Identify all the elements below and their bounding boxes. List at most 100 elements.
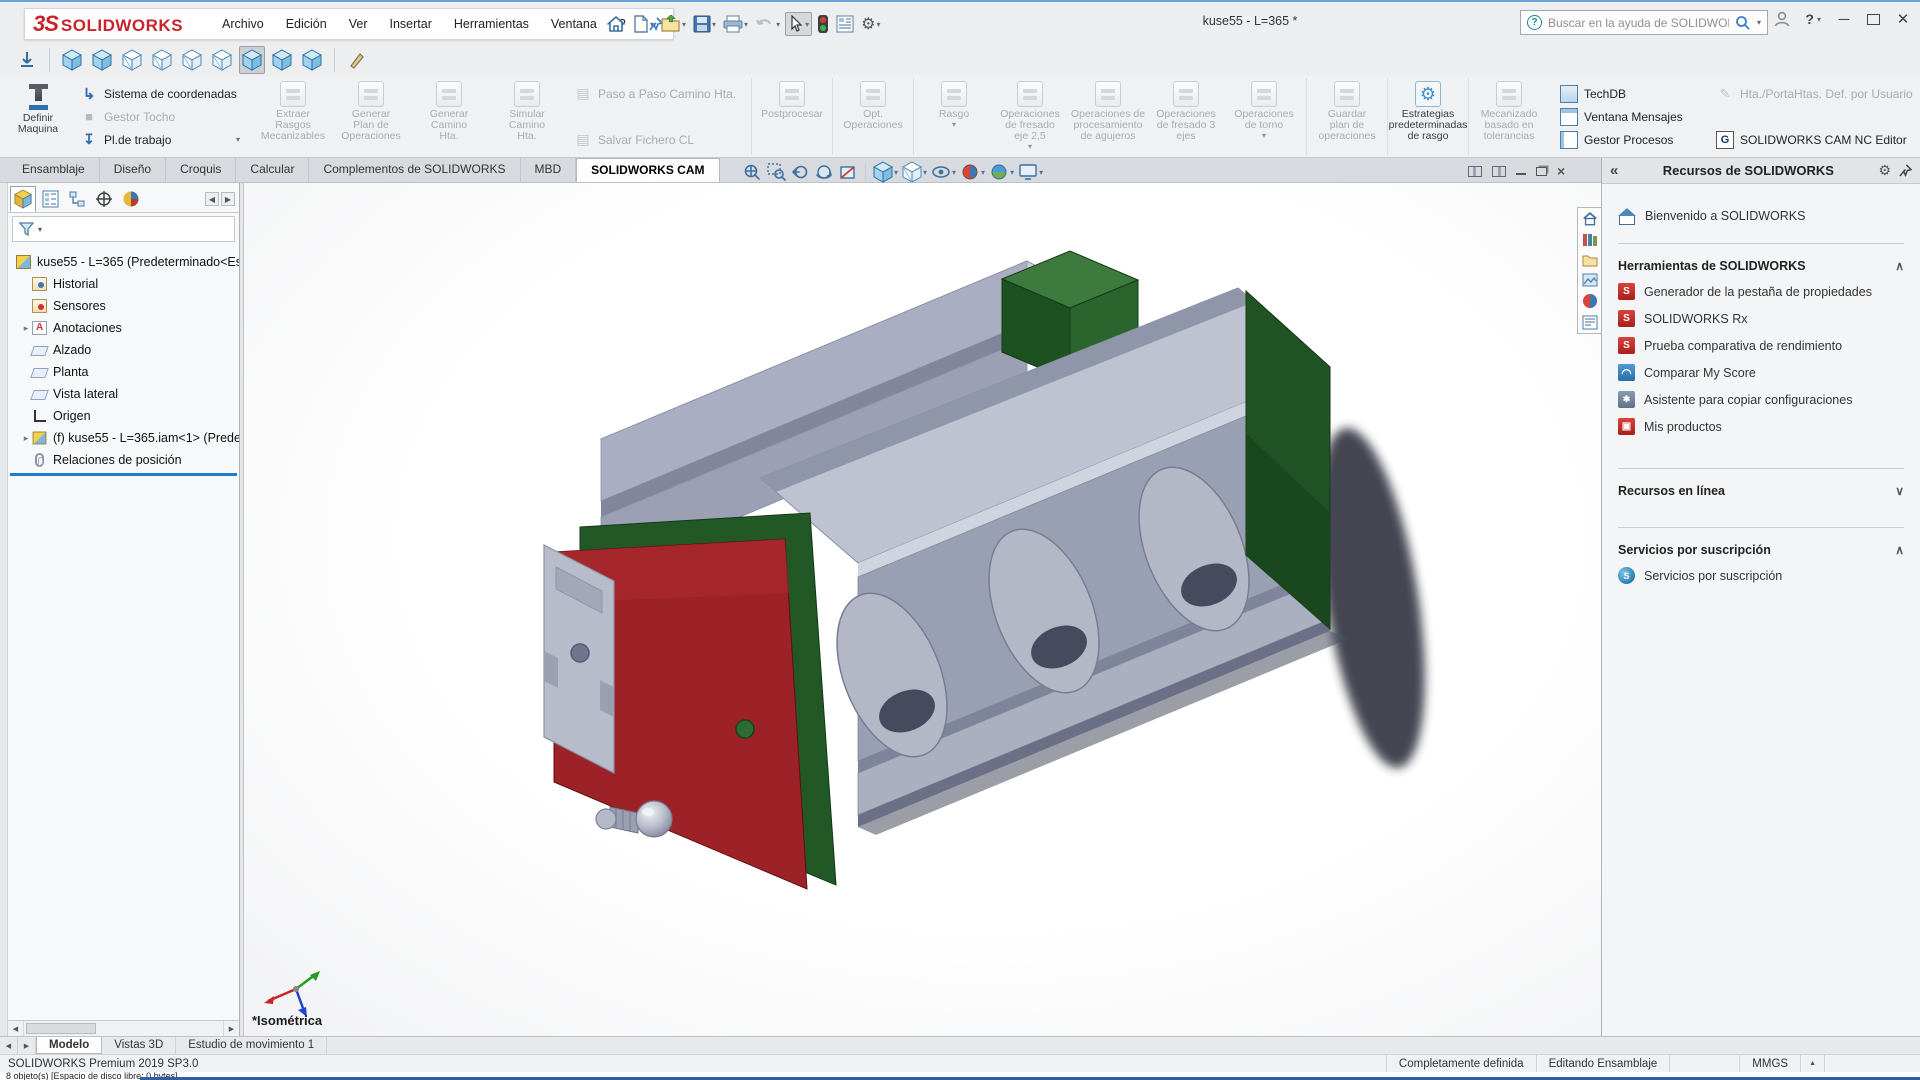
menu-item[interactable]: Edición (275, 11, 338, 37)
scroll-left-icon[interactable]: ◀ (205, 192, 219, 206)
menu-item[interactable]: Insertar (378, 11, 442, 37)
command-tab[interactable]: Croquis (166, 158, 237, 182)
welcome-link[interactable]: Bienvenido a SOLIDWORKS (1618, 202, 1904, 229)
tree-expand-icon[interactable]: ▸ (20, 323, 32, 334)
file-explorer-icon[interactable] (1582, 253, 1598, 267)
graphics-viewport[interactable]: *Isométrica (244, 183, 1601, 1036)
status-units[interactable]: MMGS (1739, 1055, 1800, 1072)
collapse-panel-icon[interactable]: « (1610, 162, 1618, 179)
tree-item[interactable]: Relaciones de posición (8, 449, 239, 471)
model-tab[interactable]: Modelo (36, 1037, 103, 1054)
save-dropdown-icon[interactable]: ▾ (712, 20, 716, 29)
tree-item[interactable]: ▸ Anotaciones (8, 317, 239, 339)
menu-item[interactable]: Ver (338, 11, 379, 37)
undo-button[interactable]: ▾ (753, 13, 782, 35)
search-icon[interactable] (1735, 15, 1751, 31)
select-tool-button[interactable]: ▾ (785, 12, 813, 36)
update-standard-views-icon[interactable] (344, 46, 370, 74)
restore-document-button[interactable] (1536, 166, 1547, 176)
ribbon-big-button[interactable]: Operaciones de fresado eje 2,5 ▾ (991, 78, 1069, 155)
open-dropdown-icon[interactable]: ▾ (682, 20, 686, 29)
scroll-right-icon[interactable]: ▶ (221, 192, 235, 206)
ribbon-big-button[interactable]: Rasgo ▾ (913, 78, 991, 155)
view-orientation-icon[interactable]: ▾ (873, 161, 898, 183)
settings-button[interactable]: ⚙ ▾ (859, 12, 882, 36)
search-dropdown-icon[interactable]: ▾ (1757, 18, 1761, 27)
tree-item[interactable]: Historial (8, 273, 239, 295)
tree-item[interactable]: Vista lateral (8, 383, 239, 405)
command-tab[interactable]: Diseño (100, 158, 167, 182)
featuremanager-tab[interactable] (10, 186, 36, 212)
split-pane-left-icon[interactable] (1468, 165, 1482, 177)
edit-appearance-icon[interactable]: ▾ (960, 162, 985, 182)
view-palette-icon[interactable] (1582, 273, 1598, 287)
scrollbar-thumb[interactable] (26, 1023, 96, 1034)
save-button[interactable]: ▾ (691, 13, 718, 35)
ribbon-big-button[interactable]: Extraer Rasgos Mecanizables (254, 78, 332, 155)
undo-dropdown-icon[interactable]: ▾ (776, 20, 780, 29)
view-right-button[interactable] (149, 46, 175, 74)
section-view-icon[interactable] (838, 162, 858, 182)
hide-show-items-icon[interactable]: ▾ (931, 162, 956, 182)
options-list-button[interactable] (834, 13, 856, 35)
define-machine-button[interactable]: Definir Maquina (10, 78, 66, 155)
view-bottom-button[interactable] (209, 46, 235, 74)
view-left-button[interactable] (119, 46, 145, 74)
task-pane-options-icon[interactable]: ⚙ (1878, 162, 1891, 179)
ribbon-small-button[interactable]: Hta./PortaHtas. Def. por Usuario (1716, 82, 1920, 105)
command-tab[interactable]: Complementos de SOLIDWORKS (309, 158, 521, 182)
ribbon-big-button[interactable]: Opt. Operaciones (832, 78, 910, 155)
tree-horizontal-scrollbar[interactable]: ◀ ▶ (8, 1020, 239, 1036)
apply-scene-icon[interactable]: ▾ (989, 162, 1014, 182)
ribbon-big-button[interactable]: Generar Camino Hta. (410, 78, 488, 155)
tree-item[interactable]: Alzado (8, 339, 239, 361)
ribbon-big-button[interactable]: Postprocesar (751, 78, 829, 155)
ribbon-small-button[interactable]: SOLIDWORKS CAM NC Editor (1716, 128, 1920, 151)
new-document-dropdown-icon[interactable]: ▾ (650, 20, 654, 29)
tree-item[interactable]: Origen (8, 405, 239, 427)
previous-view-icon[interactable] (790, 162, 810, 182)
rotate-view-icon[interactable] (814, 162, 834, 182)
ribbon-big-button[interactable]: Operaciones de fresado 3 ejes (1147, 78, 1225, 155)
command-tab[interactable]: MBD (521, 158, 577, 182)
displaymanager-tab[interactable] (118, 186, 144, 212)
zoom-to-fit-icon[interactable] (742, 162, 762, 182)
task-pane-item[interactable]: Generador de la pestaña de propiedades (1618, 278, 1904, 305)
ribbon-big-button[interactable]: Generar Plan de Operaciones (332, 78, 410, 155)
zoom-to-area-icon[interactable] (766, 162, 786, 182)
menu-item[interactable]: Ventana (540, 11, 608, 37)
command-tab[interactable]: SOLIDWORKS CAM (576, 158, 720, 182)
ribbon-small-button[interactable]: Ventana Mensajes (1560, 105, 1694, 128)
task-pane-item[interactable]: Comparar My Score (1618, 359, 1904, 386)
tree-item[interactable]: ▸ (f) kuse55 - L=365.iam<1> (Prede (8, 427, 239, 449)
close-button[interactable]: ✕ (1894, 10, 1912, 28)
apply-view-icon[interactable] (14, 46, 40, 74)
section-online-resources[interactable]: Recursos en línea ∨ (1618, 479, 1904, 503)
minimize-document-button[interactable] (1516, 167, 1526, 175)
print-dropdown-icon[interactable]: ▾ (744, 20, 748, 29)
view-top-button[interactable] (179, 46, 205, 74)
propertymanager-tab[interactable] (37, 186, 63, 212)
configurationmanager-tab[interactable] (64, 186, 90, 212)
scroll-left-icon[interactable]: ◀ (8, 1021, 24, 1036)
ribbon-big-button[interactable]: Operaciones de torno ▾ (1225, 78, 1303, 155)
view-settings-icon[interactable]: ▾ (1018, 163, 1043, 181)
resources-home-icon[interactable] (1582, 211, 1598, 226)
ribbon-big-button[interactable]: Simular Camino Hta. (488, 78, 566, 155)
rebuild-button[interactable] (815, 12, 831, 36)
user-account-icon[interactable] (1773, 10, 1791, 28)
tree-expand-icon[interactable]: ▸ (20, 433, 32, 444)
display-style-icon[interactable]: ▾ (902, 161, 927, 183)
tree-item[interactable]: Sensores (8, 295, 239, 317)
task-pane-item[interactable]: Servicios por suscripción (1618, 562, 1904, 589)
tree-item[interactable]: kuse55 - L=365 (Predeterminado<Esta (8, 251, 239, 273)
model-tab[interactable]: Estudio de movimiento 1 (176, 1037, 328, 1054)
split-pane-right-icon[interactable] (1492, 165, 1506, 177)
pin-panel-icon[interactable] (1899, 164, 1912, 177)
print-button[interactable]: ▾ (721, 13, 750, 35)
task-pane-item[interactable]: Asistente para copiar configuraciones (1618, 386, 1904, 413)
maximize-button[interactable] (1867, 13, 1880, 25)
task-pane-item[interactable]: Prueba comparativa de rendimiento (1618, 332, 1904, 359)
close-document-button[interactable]: × (1557, 163, 1565, 179)
filter-dropdown-icon[interactable]: ▾ (38, 225, 42, 234)
